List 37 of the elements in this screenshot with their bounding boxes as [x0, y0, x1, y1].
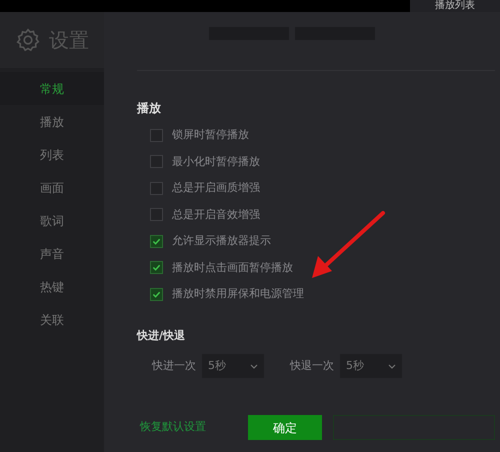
sidebar-item[interactable]: 播放	[0, 105, 104, 138]
reset-defaults-link[interactable]: 恢复默认设置	[137, 419, 248, 436]
chevron-down-icon	[250, 364, 258, 368]
playlist-tab[interactable]: 播放列表	[410, 0, 500, 12]
option-label: 锁屏时暂停播放	[172, 127, 249, 143]
section-heading: 快进/快退	[137, 328, 186, 344]
option-label: 播放时禁用屏保和电源管理	[172, 286, 304, 302]
option-label: 播放时点击画面暂停播放	[172, 260, 293, 276]
field-label: 快进一次	[152, 358, 196, 374]
option-label: 允许显示播放器提示	[172, 233, 271, 249]
sidebar-item[interactable]: 常规	[0, 72, 104, 105]
chevron-down-icon	[388, 364, 396, 368]
sidebar-item[interactable]: 热键	[0, 270, 104, 303]
option-label: 总是开启音效增强	[172, 206, 260, 222]
checkbox[interactable]	[150, 261, 163, 274]
sidebar-item[interactable]: 声音	[0, 237, 104, 270]
sidebar-item[interactable]: 关联	[0, 303, 104, 336]
checkmark-icon	[152, 263, 161, 272]
select-field[interactable]: 5秒	[340, 354, 402, 378]
sidebar-item[interactable]: 画面	[0, 171, 104, 204]
section-heading: 播放	[137, 100, 162, 117]
checkmark-icon	[152, 290, 161, 299]
option-label: 总是开启画质增强	[172, 180, 260, 196]
sidebar-item[interactable]: 列表	[0, 138, 104, 171]
checkbox[interactable]	[150, 208, 163, 222]
checkbox[interactable]	[150, 128, 163, 142]
checkmark-icon	[152, 236, 161, 246]
checkbox[interactable]	[150, 155, 163, 168]
ok-button[interactable]: 确定	[248, 415, 322, 440]
checkbox[interactable]	[150, 182, 163, 195]
option-label: 最小化时暂停播放	[172, 154, 260, 170]
checkbox[interactable]	[150, 288, 163, 301]
gear-icon	[15, 27, 41, 53]
checkbox[interactable]	[150, 234, 163, 248]
sidebar-item[interactable]: 歌词	[0, 204, 104, 237]
field-label: 快退一次	[290, 358, 334, 374]
select-field[interactable]: 5秒	[202, 354, 264, 378]
